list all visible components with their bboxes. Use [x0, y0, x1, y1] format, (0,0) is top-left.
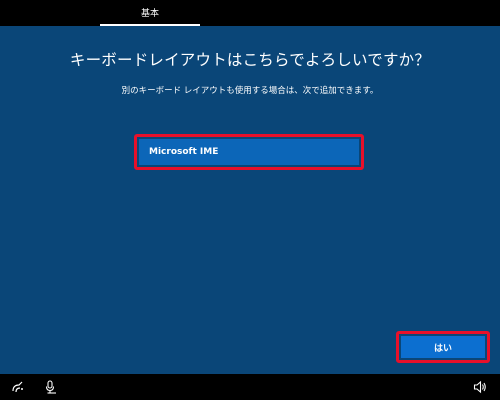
page-title: キーボードレイアウトはこちらでよろしいですか？ [69, 51, 431, 69]
yes-button[interactable]: はい [401, 336, 485, 358]
microphone-icon[interactable] [43, 379, 59, 395]
ease-of-access-icon[interactable] [10, 379, 26, 395]
oobe-screen: 基本 キーボードレイアウトはこちらでよろしいですか？ 別のキーボード レイアウト… [0, 0, 500, 400]
page-subtitle: 別のキーボード レイアウトも使用する場合は、次で追加できます。 [121, 86, 379, 96]
tab-basics: 基本 [100, 0, 200, 26]
yes-button-highlight: はい [396, 331, 490, 363]
keyboard-layout-list: Microsoft IME [134, 134, 364, 170]
top-progress-bar: 基本 [0, 0, 500, 26]
volume-icon[interactable] [472, 379, 488, 395]
bottom-bar [0, 374, 500, 400]
layout-item-microsoft-ime[interactable]: Microsoft IME [139, 139, 359, 165]
